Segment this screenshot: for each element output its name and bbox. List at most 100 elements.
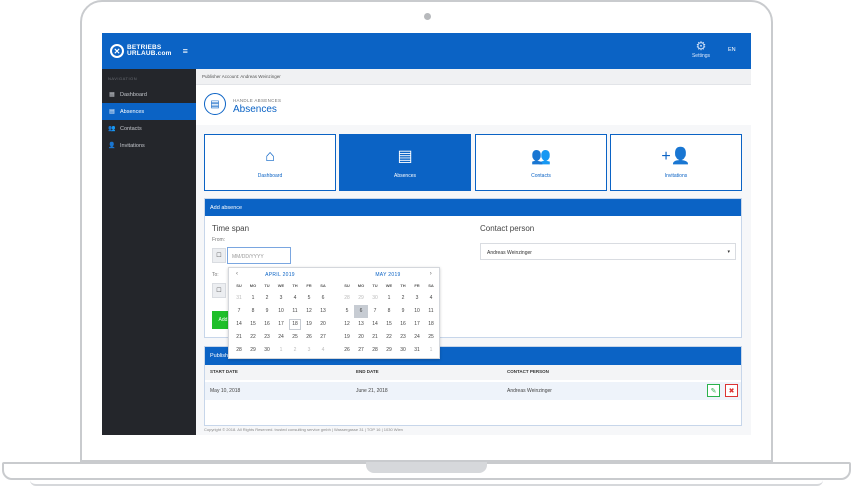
calendar-day[interactable]: 16 [260, 318, 274, 331]
calendar-day[interactable]: 22 [382, 331, 396, 344]
calendar-day[interactable]: 1 [246, 292, 260, 305]
sidebar-item-contacts[interactable]: 👥 Contacts [102, 120, 196, 137]
tile-dashboard[interactable]: ⌂ Dashboard [204, 134, 336, 191]
calendar-day[interactable]: 7 [232, 305, 246, 318]
calendar-day[interactable]: 4 [288, 292, 302, 305]
sidebar-item-absences[interactable]: ▤ Absences [102, 103, 196, 120]
calendar-day[interactable]: 23 [260, 331, 274, 344]
calendar-day[interactable]: 4 [316, 344, 330, 357]
datepicker-month-left: ‹ APRIL 2019 SU MO TU WE TH FR SA 31 1 2 3 4 5 6 7 8 9 10… [232, 269, 328, 357]
calendar-day[interactable]: 19 [340, 331, 354, 344]
calendar-day[interactable]: 29 [246, 344, 260, 357]
calendar-day[interactable]: 3 [274, 292, 288, 305]
calendar-day[interactable]: 17 [274, 318, 288, 331]
calendar-day[interactable]: 26 [340, 344, 354, 357]
settings-button[interactable]: ⚙ Settings [686, 39, 716, 59]
calendar-day[interactable]: 27 [316, 331, 330, 344]
calendar-day[interactable]: 21 [232, 331, 246, 344]
sidebar-item-invitations[interactable]: 👤 Invitations [102, 137, 196, 154]
calendar-day[interactable]: 14 [232, 318, 246, 331]
calendar-day[interactable]: 5 [340, 305, 354, 318]
calendar-day[interactable]: 1 [424, 344, 438, 357]
calendar-day[interactable]: 9 [396, 305, 410, 318]
calendar-day[interactable]: 6 [316, 292, 330, 305]
calendar-day[interactable]: 30 [368, 292, 382, 305]
calendar-day[interactable]: 25 [424, 331, 438, 344]
tile-contacts[interactable]: 👥 Contacts [475, 134, 607, 191]
calendar-day[interactable]: 30 [396, 344, 410, 357]
column-end-date: END DATE [356, 369, 379, 374]
tile-invitations[interactable]: +👤 Invitations [610, 134, 742, 191]
tile-label: Invitations [664, 172, 688, 179]
month-title: ‹ APRIL 2019 [232, 269, 328, 279]
calendar-day[interactable]: 11 [288, 305, 302, 318]
calendar-day[interactable]: 12 [340, 318, 354, 331]
breadcrumb: Publisher Account: Andreas Weinzinger [196, 69, 751, 85]
calendar-day[interactable]: 13 [316, 305, 330, 318]
calendar-day[interactable]: 3 [410, 292, 424, 305]
calendar-day[interactable]: 24 [410, 331, 424, 344]
calendar-day[interactable]: 18 [288, 318, 302, 331]
calendar-day[interactable]: 10 [274, 305, 288, 318]
calendar-day[interactable]: 12 [302, 305, 316, 318]
from-date-input[interactable]: MM/DD/YYYY [227, 247, 291, 264]
menu-toggle-icon[interactable]: ≡ [183, 46, 188, 56]
contact-person-select[interactable]: Andreas Weinzinger ▾ [480, 243, 736, 260]
sidebar-item-dashboard[interactable]: ▦ Dashboard [102, 86, 196, 103]
calendar-day[interactable]: 3 [302, 344, 316, 357]
calendar-day[interactable]: 9 [260, 305, 274, 318]
calendar-day[interactable]: 8 [382, 305, 396, 318]
weekday-label: SA [428, 283, 434, 288]
calendar-day[interactable]: 14 [368, 318, 382, 331]
calendar-day[interactable]: 21 [368, 331, 382, 344]
calendar-day[interactable]: 2 [260, 292, 274, 305]
calendar-day[interactable]: 15 [246, 318, 260, 331]
calendar-icon[interactable]: ☐ [212, 283, 226, 298]
tile-absences[interactable]: ▤ Absences [339, 134, 471, 191]
language-switch[interactable]: EN [728, 47, 736, 53]
chevron-left-icon[interactable]: ‹ [236, 271, 238, 277]
calendar-day[interactable]: 4 [424, 292, 438, 305]
calendar-day[interactable]: 1 [382, 292, 396, 305]
calendar-day[interactable]: 7 [368, 305, 382, 318]
calendar-day[interactable]: 26 [302, 331, 316, 344]
calendar-day[interactable]: 31 [410, 344, 424, 357]
calendar-day[interactable]: 1 [274, 344, 288, 357]
calendar-day[interactable]: 10 [410, 305, 424, 318]
calendar-day[interactable]: 2 [396, 292, 410, 305]
logo-text[interactable]: BETRIEBS URLAUB.com [127, 44, 172, 57]
calendar-day[interactable]: 5 [302, 292, 316, 305]
calendar-day[interactable]: 24 [274, 331, 288, 344]
footer: Copyright © 2018. All Rights Reserved. t… [204, 427, 403, 432]
calendar-day[interactable]: 11 [424, 305, 438, 318]
calendar-day[interactable]: 6 [354, 305, 368, 318]
calendar-day[interactable]: 8 [246, 305, 260, 318]
delete-icon[interactable]: ✖ [725, 384, 738, 397]
calendar-day[interactable]: 29 [354, 292, 368, 305]
calendar-day[interactable]: 22 [246, 331, 260, 344]
page-subtitle: HANDLE ABSENCES [233, 98, 282, 103]
calendar-day[interactable]: 16 [396, 318, 410, 331]
chevron-right-icon[interactable]: › [430, 271, 432, 277]
calendar-day[interactable]: 17 [410, 318, 424, 331]
calendar-day[interactable]: 23 [396, 331, 410, 344]
calendar-day[interactable]: 30 [260, 344, 274, 357]
calendar-day[interactable]: 18 [424, 318, 438, 331]
cell-contact-person: Andreas Weinzinger [507, 388, 552, 394]
logo-icon: ✕ [110, 44, 124, 58]
calendar-day[interactable]: 28 [232, 344, 246, 357]
calendar-day[interactable]: 20 [316, 318, 330, 331]
calendar-day[interactable]: 15 [382, 318, 396, 331]
calendar-day[interactable]: 28 [368, 344, 382, 357]
calendar-day[interactable]: 20 [354, 331, 368, 344]
calendar-day[interactable]: 29 [382, 344, 396, 357]
calendar-day[interactable]: 27 [354, 344, 368, 357]
calendar-day[interactable]: 25 [288, 331, 302, 344]
calendar-day[interactable]: 13 [354, 318, 368, 331]
calendar-day[interactable]: 31 [232, 292, 246, 305]
calendar-day[interactable]: 2 [288, 344, 302, 357]
calendar-icon[interactable]: ☐ [212, 248, 226, 263]
calendar-day[interactable]: 19 [302, 318, 316, 331]
calendar-day[interactable]: 28 [340, 292, 354, 305]
edit-icon[interactable]: ✎ [707, 384, 720, 397]
